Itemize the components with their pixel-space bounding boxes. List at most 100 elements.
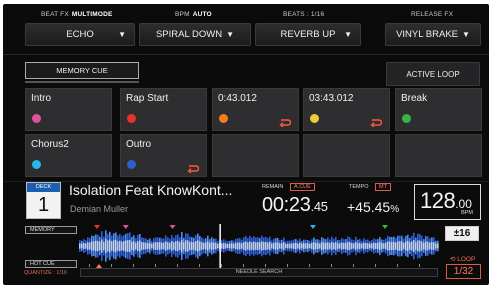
waveform-core-bar xyxy=(139,240,141,252)
beat-tick xyxy=(243,264,244,267)
hot-cue-pad[interactable] xyxy=(212,134,299,177)
beat-tick xyxy=(265,264,266,267)
beat-tick xyxy=(287,264,288,267)
waveform-core-bar xyxy=(223,242,225,250)
waveform-core-bar xyxy=(93,241,95,251)
beats-fx-value: REVERB UP xyxy=(280,29,336,40)
hot-cue-pad[interactable]: 03:43.012 xyxy=(303,88,390,131)
waveform-core-bar xyxy=(287,243,289,249)
waveform-core-bar xyxy=(117,241,119,251)
hot-cue-pad[interactable]: Chorus2 xyxy=(25,134,112,177)
waveform-core-bar xyxy=(127,240,129,252)
waveform-core-bar xyxy=(103,241,105,251)
waveform-core-bar xyxy=(345,242,347,250)
tempo-value-number: +45.45 xyxy=(347,199,391,215)
beat-fx-select[interactable]: ECHO ▼ xyxy=(25,23,135,46)
waveform-core-bar xyxy=(185,240,187,252)
waveform-core-bar xyxy=(387,241,389,251)
waveform-core-bar xyxy=(369,243,371,249)
waveform-core-bar xyxy=(437,243,439,249)
waveform-core-bar xyxy=(251,242,253,250)
waveform-core-bar xyxy=(197,240,199,252)
waveform-core-bar xyxy=(423,242,425,250)
waveform-core-bar xyxy=(189,241,191,251)
waveform-core-bar xyxy=(277,242,279,250)
bpm-decimal: .00 xyxy=(455,197,472,211)
waveform-core-bar xyxy=(291,243,293,249)
beat-tick xyxy=(309,264,310,267)
beats-fx-select[interactable]: REVERB UP ▼ xyxy=(255,23,361,46)
release-fx-select[interactable]: VINYL BRAKE ▼ xyxy=(385,23,481,46)
waveform-core-bar xyxy=(181,239,183,253)
waveform-core-bar xyxy=(237,242,239,250)
waveform-core-bar xyxy=(419,240,421,252)
waveform-core-bar xyxy=(245,241,247,251)
waveform-core-bar xyxy=(289,243,291,249)
bpm-fx-select[interactable]: SPIRAL DOWN ▼ xyxy=(139,23,251,46)
tempo-label: TEMPO xyxy=(349,184,369,190)
remain-label: REMAIN xyxy=(262,184,284,190)
needle-search-label: NEEDLE SEARCH xyxy=(235,269,283,275)
hot-cue-pad[interactable]: Intro xyxy=(25,88,112,131)
waveform-core-bar xyxy=(273,242,275,250)
waveform-core-bar xyxy=(435,243,437,249)
hot-cue-pad[interactable]: Break xyxy=(395,88,482,131)
waveform-core-bar xyxy=(373,242,375,250)
waveform-core-bar xyxy=(241,243,243,249)
waveform-core-bar xyxy=(265,241,267,251)
bpm-mode-label: BPM AUTO xyxy=(175,11,212,18)
waveform-core-bar xyxy=(133,241,135,251)
hot-cue-pad[interactable] xyxy=(303,134,390,177)
waveform-core-bar xyxy=(171,241,173,251)
hot-cue-pad[interactable] xyxy=(395,134,482,177)
waveform-core-bar xyxy=(281,243,283,249)
waveform-core-bar xyxy=(337,243,339,249)
waveform-core-bar xyxy=(143,242,145,250)
waveform-core-bar xyxy=(357,243,359,249)
waveform-core-bar xyxy=(383,243,385,249)
memory-cue-button[interactable]: MEMORY CUE xyxy=(25,62,139,79)
waveform-core-bar xyxy=(353,243,355,249)
waveform-core-bar xyxy=(377,242,379,250)
waveform-core-bar xyxy=(191,241,193,251)
waveform-core-bar xyxy=(413,240,415,252)
waveform-core-bar xyxy=(215,242,217,250)
loop-length[interactable]: 1/32 xyxy=(446,264,481,279)
needle-search-bar[interactable]: NEEDLE SEARCH xyxy=(80,264,438,277)
hot-cue-pad[interactable]: Rap Start xyxy=(120,88,207,131)
waveform-core-bar xyxy=(231,243,233,249)
waveform-core-bar xyxy=(385,242,387,250)
waveform-core-bar xyxy=(329,243,331,249)
waveform-core-bar xyxy=(393,241,395,251)
waveform-core-bar xyxy=(297,243,299,249)
hot-cue-pad[interactable]: 0:43.012 xyxy=(212,88,299,131)
waveform-core-bar xyxy=(125,240,127,252)
waveform-core-bar xyxy=(145,242,147,250)
waveform-core-bar xyxy=(243,242,245,250)
hot-cue-color-dot xyxy=(310,114,319,123)
waveform-core-bar xyxy=(367,243,369,249)
beat-tick xyxy=(199,264,200,267)
waveform-core-bar xyxy=(205,242,207,250)
tempo-value: +45.45% xyxy=(347,199,399,215)
waveform-core-bar xyxy=(121,241,123,251)
deck-number: 1 xyxy=(37,194,50,216)
memory-cue-indicator xyxy=(25,81,139,83)
waveform-core-bar xyxy=(365,243,367,249)
waveform-core-bar xyxy=(207,241,209,251)
active-loop-button[interactable]: ACTIVE LOOP xyxy=(386,62,480,86)
waveform-core-bar xyxy=(401,241,403,251)
bpm-integer: 128 xyxy=(420,188,456,213)
waveform-core-bar xyxy=(177,240,179,252)
waveform-core-bar xyxy=(199,241,201,251)
waveform-core-bar xyxy=(151,243,153,249)
tempo-range-badge[interactable]: ±16 xyxy=(445,226,479,241)
waveform-core-bar xyxy=(213,242,215,250)
deck-indicator: DECK 1 xyxy=(26,182,61,219)
loop-icon xyxy=(279,114,292,128)
waveform-display[interactable] xyxy=(79,224,439,268)
waveform-core-bar xyxy=(327,242,329,250)
cue-marker xyxy=(94,225,100,229)
waveform-core-bar xyxy=(359,242,361,250)
hot-cue-pad[interactable]: Outro xyxy=(120,134,207,177)
